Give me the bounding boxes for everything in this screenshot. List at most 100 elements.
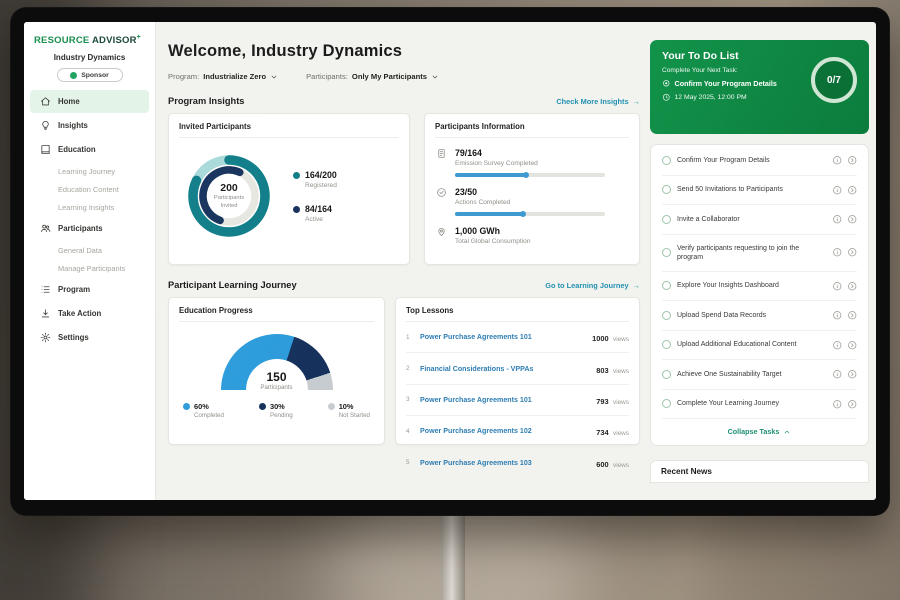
task-radio[interactable] (662, 248, 671, 257)
app-logo: RESOURCE ADVISOR+ (24, 22, 155, 48)
sidebar-item-education[interactable]: Education (30, 138, 149, 161)
task-radio[interactable] (662, 340, 671, 349)
todo-next-task-label: Confirm Your Program Details (675, 79, 777, 88)
lesson-row[interactable]: 1 Power Purchase Agreements 101 1000 vie… (406, 322, 629, 353)
sidebar-item-program[interactable]: Program (30, 278, 149, 301)
link-label: Go to Learning Journey (545, 281, 628, 290)
sidebar-item-learning-journey[interactable]: Learning Journey (24, 162, 155, 180)
go-to-learning-journey-link[interactable]: Go to Learning Journey → (545, 281, 640, 290)
info-value: 1,000 GWh (455, 226, 531, 236)
task-radio[interactable] (662, 156, 671, 165)
sidebar-item-home[interactable]: Home (30, 90, 149, 113)
collapse-label: Collapse Tasks (728, 427, 780, 436)
book-icon (40, 144, 51, 155)
sidebar-item-take-action[interactable]: Take Action (30, 302, 149, 325)
participants-select-label: Participants: (306, 72, 348, 81)
card-title: Top Lessons (406, 306, 629, 322)
task-radio[interactable] (662, 281, 671, 290)
lesson-row[interactable]: 4 Power Purchase Agreements 102 734 view… (406, 416, 629, 447)
task-row[interactable]: Send 50 Invitations to Participants (662, 176, 857, 206)
info-row-consumption: 1,000 GWh Total Global Consumption (435, 226, 629, 245)
chevron-right-circle-icon[interactable] (847, 247, 858, 258)
task-row[interactable]: Confirm Your Program Details (662, 146, 857, 176)
sidebar-nav: Home Insights Education Learning Journey… (24, 90, 155, 349)
task-radio[interactable] (662, 185, 671, 194)
info-icon[interactable] (832, 369, 843, 380)
sidebar-item-settings[interactable]: Settings (30, 326, 149, 349)
task-list-card: Confirm Your Program Details Send 50 Inv… (650, 144, 869, 446)
lesson-title-link[interactable]: Power Purchase Agreements 102 (420, 427, 589, 435)
lesson-row[interactable]: 3 Power Purchase Agreements 101 793 view… (406, 385, 629, 416)
chevron-right-circle-icon[interactable] (847, 214, 858, 225)
chevron-right-circle-icon[interactable] (847, 340, 858, 351)
check-more-insights-link[interactable]: Check More Insights → (556, 97, 640, 106)
lesson-title-link[interactable]: Power Purchase Agreements 101 (420, 396, 589, 404)
sidebar-item-insights[interactable]: Insights (30, 114, 149, 137)
chevron-right-circle-icon[interactable] (847, 155, 858, 166)
chevron-right-circle-icon[interactable] (847, 399, 858, 410)
lesson-title-link[interactable]: Power Purchase Agreements 103 (420, 459, 589, 467)
chevron-right-circle-icon[interactable] (847, 185, 858, 196)
task-row[interactable]: Verify participants requesting to join t… (662, 235, 857, 272)
legend-label: Active (305, 216, 332, 223)
info-icon[interactable] (832, 281, 843, 292)
lesson-rank: 4 (406, 428, 413, 435)
lesson-title-link[interactable]: Financial Considerations - VPPAs (420, 365, 589, 373)
lesson-views: 1000 views (592, 328, 629, 346)
task-label: Achieve One Sustainability Target (677, 370, 826, 379)
info-icon[interactable] (832, 340, 843, 351)
chevron-right-circle-icon[interactable] (847, 369, 858, 380)
sidebar-item-manage-participants[interactable]: Manage Participants (24, 259, 155, 277)
program-select[interactable]: Program: Industrialize Zero (168, 72, 278, 81)
invited-participants-card: Invited Participants 200 Partic (168, 113, 410, 265)
lesson-rank: 5 (406, 459, 413, 466)
task-row[interactable]: Upload Spend Data Records (662, 301, 857, 331)
sidebar-item-learning-insights[interactable]: Learning Insights (24, 198, 155, 216)
info-icon[interactable] (832, 247, 843, 258)
check-circle-icon (435, 187, 447, 216)
info-icon[interactable] (832, 310, 843, 321)
chevron-right-circle-icon[interactable] (847, 281, 858, 292)
task-row[interactable]: Invite a Collaborator (662, 205, 857, 235)
info-value: 79/164 (455, 148, 605, 158)
sponsor-badge[interactable]: Sponsor (57, 68, 123, 82)
sidebar-item-education-content[interactable]: Education Content (24, 180, 155, 198)
info-value: 23/50 (455, 187, 605, 197)
logo-plus: + (137, 34, 141, 41)
todo-summary-card: Your To Do List Complete Your Next Task:… (650, 40, 869, 134)
info-icon[interactable] (832, 399, 843, 410)
task-radio[interactable] (662, 215, 671, 224)
task-actions (832, 399, 857, 410)
task-radio[interactable] (662, 370, 671, 379)
task-actions (832, 214, 857, 225)
sidebar-item-general-data[interactable]: General Data (24, 241, 155, 259)
donut-center-label: Participants Invited (206, 195, 252, 209)
info-icon[interactable] (832, 214, 843, 225)
participants-select-value: Only My Participants (352, 72, 427, 81)
lesson-row[interactable]: 2 Financial Considerations - VPPAs 803 v… (406, 353, 629, 384)
task-row[interactable]: Complete Your Learning Journey (662, 390, 857, 420)
page-title: Welcome, Industry Dynamics (168, 42, 640, 61)
task-radio[interactable] (662, 399, 671, 408)
task-row[interactable]: Achieve One Sustainability Target (662, 360, 857, 390)
legend-value: 164/200 (305, 170, 337, 180)
section-title: Program Insights (168, 96, 244, 106)
lesson-title-link[interactable]: Power Purchase Agreements 101 (420, 333, 585, 341)
task-actions (832, 340, 857, 351)
lesson-row[interactable]: 5 Power Purchase Agreements 103 600 view… (406, 448, 629, 478)
task-label: Explore Your Insights Dashboard (677, 281, 826, 290)
collapse-tasks-link[interactable]: Collapse Tasks (662, 419, 857, 444)
task-radio[interactable] (662, 311, 671, 320)
task-row[interactable]: Explore Your Insights Dashboard (662, 272, 857, 302)
monitor-stand (441, 510, 465, 600)
task-actions (832, 155, 857, 166)
chevron-right-circle-icon[interactable] (847, 310, 858, 321)
participants-select[interactable]: Participants: Only My Participants (306, 72, 439, 81)
task-row[interactable]: Upload Additional Educational Content (662, 331, 857, 361)
legend-dot (328, 403, 335, 410)
task-actions (832, 310, 857, 321)
info-icon[interactable] (832, 185, 843, 196)
sidebar-item-participants[interactable]: Participants (30, 217, 149, 240)
info-icon[interactable] (832, 155, 843, 166)
arrow-right-icon: → (633, 97, 640, 106)
